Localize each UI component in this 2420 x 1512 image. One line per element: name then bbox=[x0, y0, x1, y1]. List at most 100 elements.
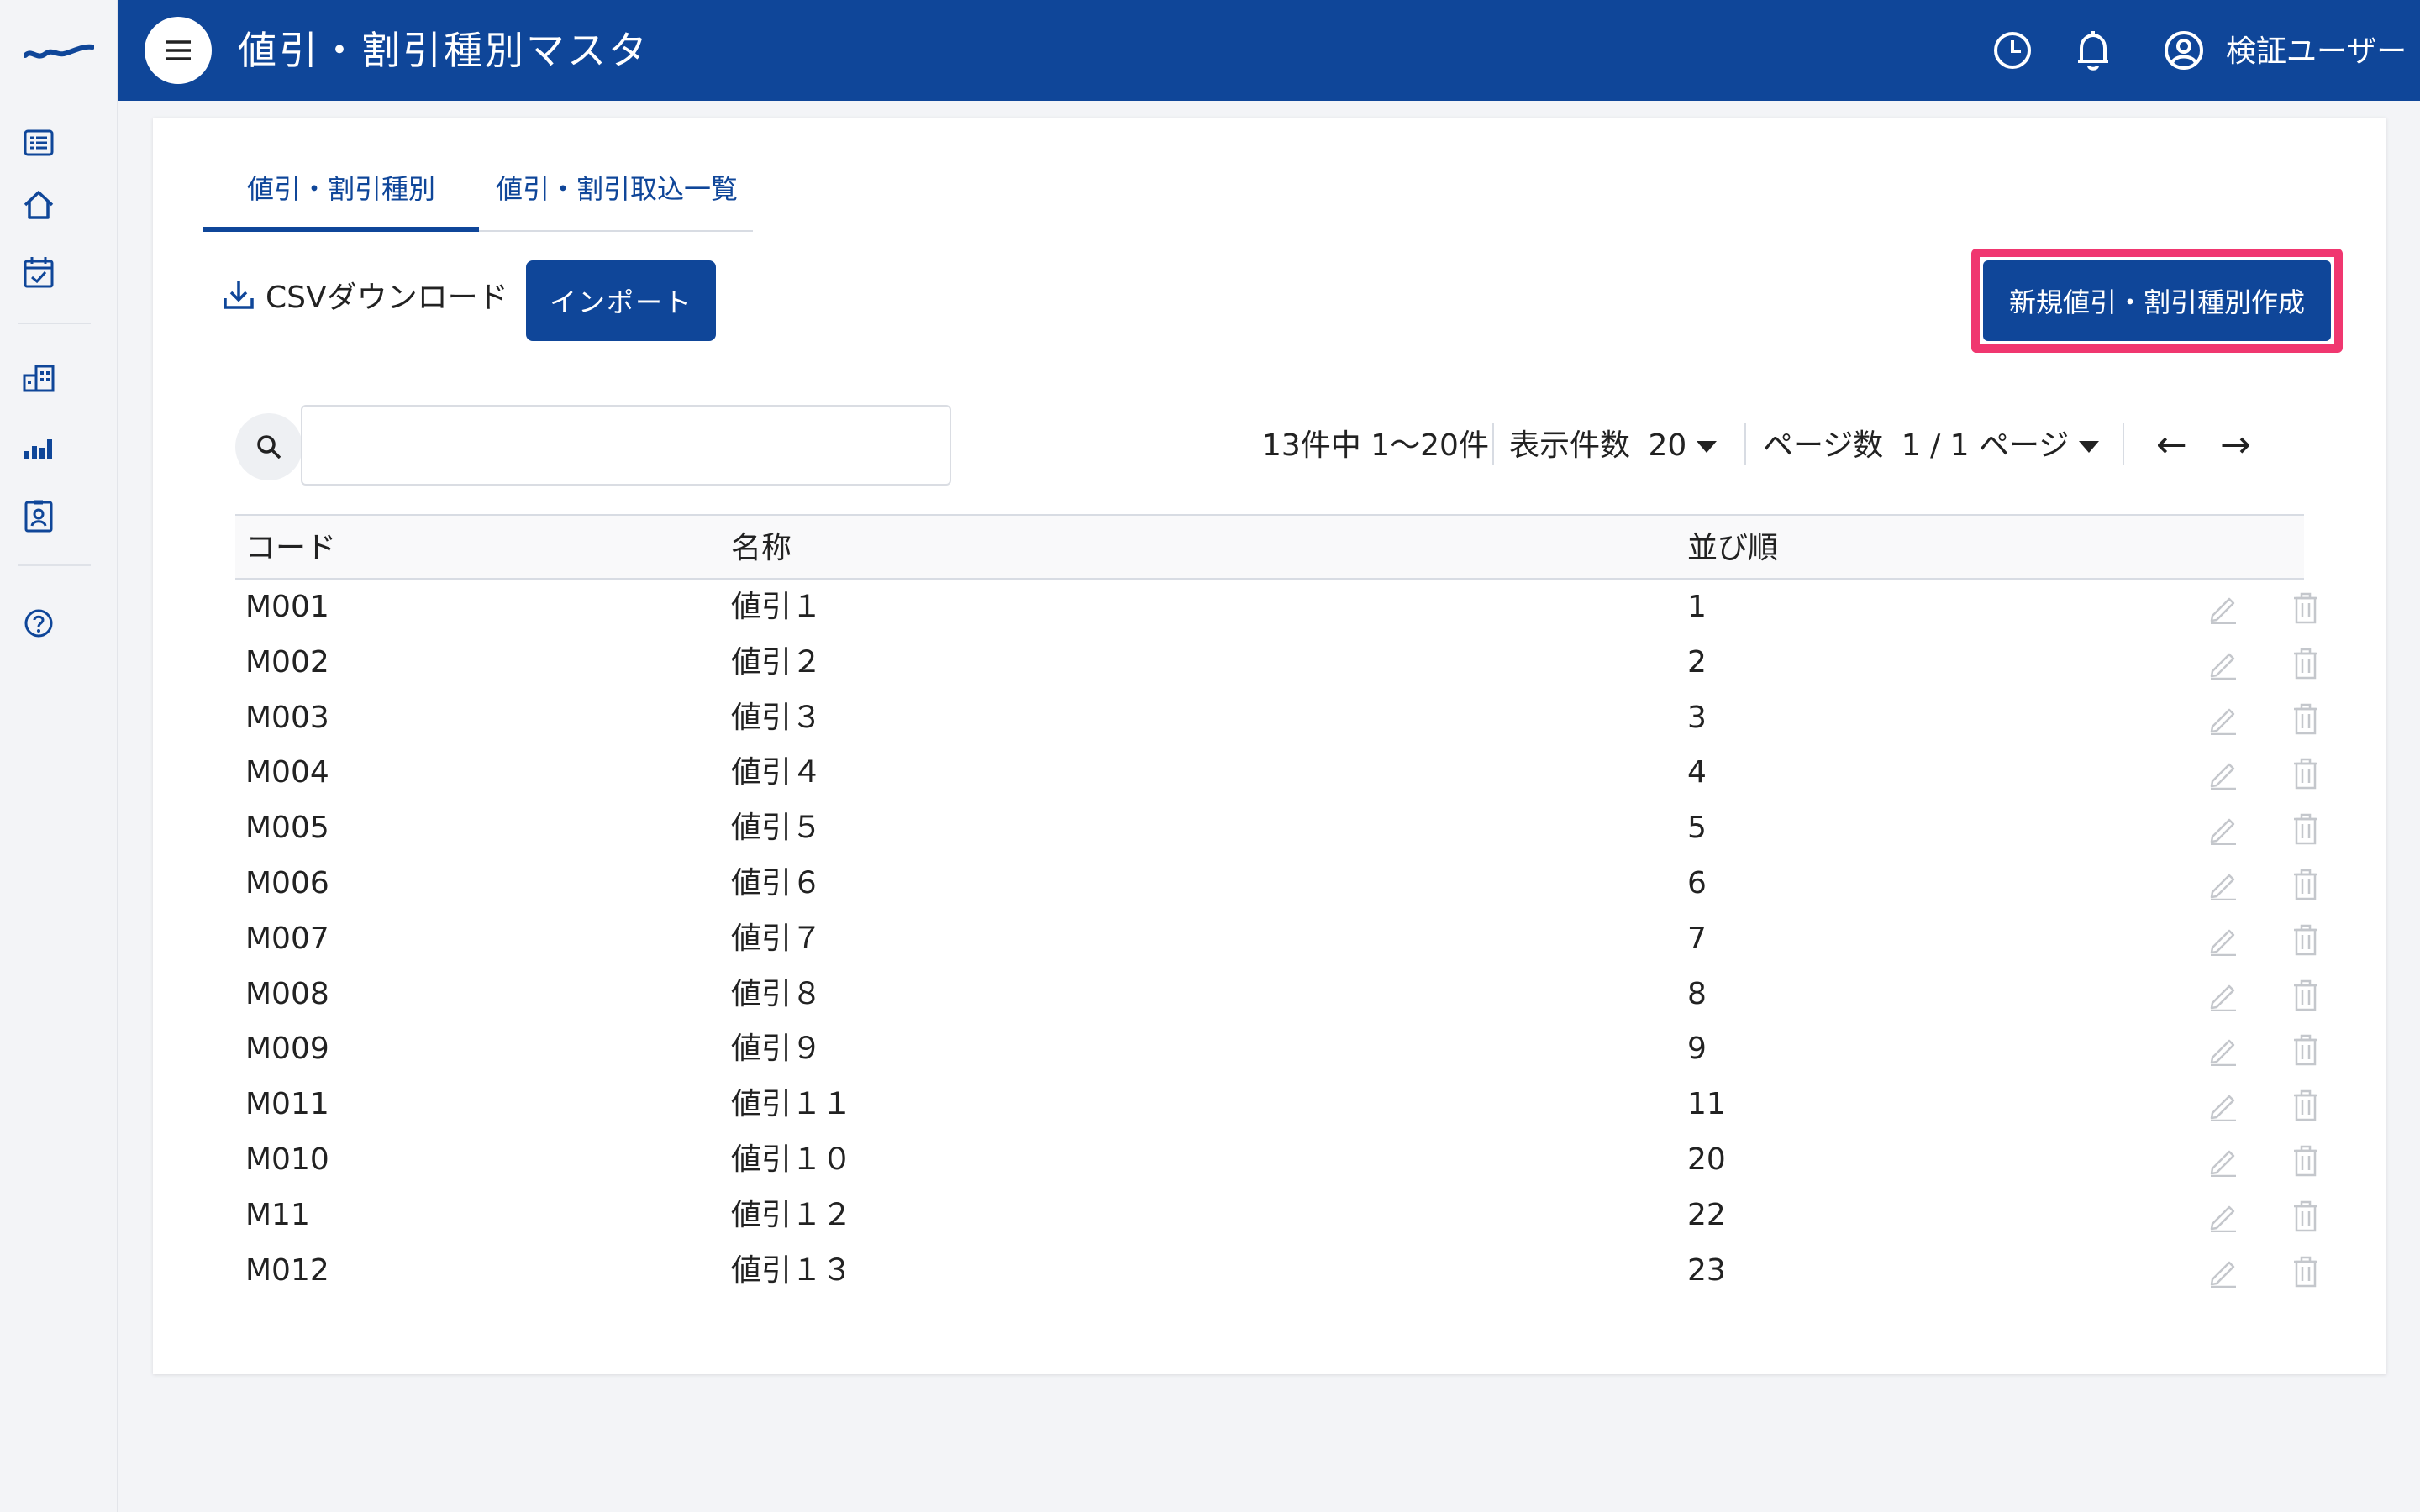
table-header: コード 名称 並び順 bbox=[235, 514, 2304, 580]
cell-name: 値引８ bbox=[731, 976, 823, 1011]
edit-button[interactable] bbox=[2207, 1089, 2240, 1122]
delete-button[interactable] bbox=[2289, 1144, 2323, 1178]
cell-order: 4 bbox=[1687, 755, 1707, 790]
delete-button[interactable] bbox=[2289, 702, 2323, 736]
table-row[interactable]: M012 値引１３ 23 bbox=[235, 1243, 2317, 1299]
edit-icon bbox=[2210, 929, 2236, 956]
user-menu-button[interactable] bbox=[2160, 27, 2207, 74]
delete-button[interactable] bbox=[2289, 757, 2323, 790]
edit-button[interactable] bbox=[2207, 702, 2240, 736]
edit-icon bbox=[2210, 1095, 2236, 1122]
edit-button[interactable] bbox=[2207, 1255, 2240, 1289]
new-discount-type-button[interactable]: 新規値引・割引種別作成 bbox=[1983, 260, 2331, 341]
table-row[interactable]: M11 値引１２ 22 bbox=[235, 1188, 2317, 1243]
hamburger-icon bbox=[166, 40, 191, 60]
cell-order: 7 bbox=[1687, 921, 1707, 956]
tab-discount-imports[interactable]: 値引・割引取込一覧 bbox=[479, 161, 753, 232]
menu-button[interactable] bbox=[145, 17, 212, 84]
tab-discount-types[interactable]: 値引・割引種別 bbox=[203, 161, 480, 232]
cell-code: M011 bbox=[245, 1087, 329, 1122]
nav-chart-icon[interactable] bbox=[20, 430, 57, 467]
cell-order: 9 bbox=[1687, 1032, 1707, 1067]
edit-button[interactable] bbox=[2207, 1033, 2240, 1067]
nav-list-icon[interactable] bbox=[20, 124, 57, 161]
cell-code: M009 bbox=[245, 1032, 329, 1067]
bar-chart-icon bbox=[24, 439, 52, 459]
page-size-select[interactable]: 表示件数 20 bbox=[1509, 423, 1718, 469]
delete-button[interactable] bbox=[2289, 1033, 2323, 1067]
cell-name: 値引９ bbox=[731, 1032, 823, 1067]
cell-code: M006 bbox=[245, 865, 329, 900]
delete-button[interactable] bbox=[2289, 812, 2323, 846]
table-row[interactable]: M008 値引８ 8 bbox=[235, 967, 2317, 1022]
edit-button[interactable] bbox=[2207, 647, 2240, 680]
cell-order: 6 bbox=[1687, 865, 1707, 900]
new-button-highlight: 新規値引・割引種別作成 bbox=[1971, 249, 2343, 353]
delete-button[interactable] bbox=[2289, 923, 2323, 957]
delete-button[interactable] bbox=[2289, 1089, 2323, 1122]
table-row[interactable]: M001 値引１ 1 bbox=[235, 580, 2317, 635]
table-row[interactable]: M005 値引５ 5 bbox=[235, 801, 2317, 856]
discount-table: コード 名称 並び順 M001 値引１ 1 M002 値引２ 2 M003 値引３ 3 M004 値… bbox=[235, 514, 2317, 1299]
csv-download-label: CSVダウンロード bbox=[266, 281, 508, 315]
nav-help-icon[interactable] bbox=[20, 605, 57, 642]
page-select[interactable]: ページ数 1 / 1 ページ bbox=[1763, 423, 2100, 469]
nav-home-icon[interactable] bbox=[20, 186, 57, 223]
cell-name: 値引４ bbox=[731, 755, 823, 790]
table-row[interactable]: M003 値引３ 3 bbox=[235, 690, 2317, 746]
edit-button[interactable] bbox=[2207, 1200, 2240, 1233]
cell-code: M003 bbox=[245, 700, 329, 735]
csv-download-link[interactable]: CSVダウンロード bbox=[222, 272, 508, 318]
edit-button[interactable] bbox=[2207, 591, 2240, 625]
edit-icon bbox=[2210, 818, 2236, 846]
delete-button[interactable] bbox=[2289, 591, 2323, 625]
cell-name: 値引１３ bbox=[731, 1252, 853, 1288]
download-icon bbox=[224, 281, 254, 309]
trash-icon bbox=[2294, 869, 2317, 900]
edit-button[interactable] bbox=[2207, 868, 2240, 901]
calendar-check-icon bbox=[24, 257, 54, 288]
cell-code: M008 bbox=[245, 976, 329, 1011]
side-rail bbox=[0, 0, 118, 1512]
trash-icon bbox=[2294, 703, 2317, 734]
delete-button[interactable] bbox=[2289, 1255, 2323, 1289]
table-row[interactable]: M009 値引９ 9 bbox=[235, 1021, 2317, 1077]
cell-order: 3 bbox=[1687, 700, 1707, 735]
edit-button[interactable] bbox=[2207, 923, 2240, 957]
delete-button[interactable] bbox=[2289, 1200, 2323, 1233]
cell-name: 値引５ bbox=[731, 811, 823, 846]
table-row[interactable]: M006 値引６ 6 bbox=[235, 856, 2317, 911]
next-page-button[interactable]: → bbox=[2220, 422, 2251, 469]
prev-page-button[interactable]: ← bbox=[2156, 422, 2187, 469]
edit-button[interactable] bbox=[2207, 1144, 2240, 1178]
user-name[interactable]: 検証ユーザー bbox=[2226, 32, 2407, 72]
cell-name: 値引３ bbox=[731, 700, 823, 735]
cell-order: 22 bbox=[1687, 1197, 1726, 1232]
table-row[interactable]: M007 値引７ 7 bbox=[235, 911, 2317, 967]
tab-bar: 値引・割引種別 値引・割引取込一覧 bbox=[203, 161, 754, 232]
table-row[interactable]: M004 値引４ 4 bbox=[235, 745, 2317, 801]
search-button[interactable] bbox=[235, 413, 302, 480]
edit-button[interactable] bbox=[2207, 757, 2240, 790]
edit-button[interactable] bbox=[2207, 812, 2240, 846]
nav-calendar-icon[interactable] bbox=[20, 254, 57, 291]
table-row[interactable]: M011 値引１１ 11 bbox=[235, 1077, 2317, 1132]
nav-badge-icon[interactable] bbox=[20, 497, 57, 534]
cell-order: 2 bbox=[1687, 644, 1707, 680]
delete-button[interactable] bbox=[2289, 647, 2323, 680]
search-input[interactable] bbox=[301, 405, 951, 486]
edit-button[interactable] bbox=[2207, 979, 2240, 1012]
nav-building-icon[interactable] bbox=[20, 360, 57, 396]
notifications-button[interactable] bbox=[2070, 27, 2117, 74]
history-button[interactable] bbox=[1989, 27, 2036, 74]
delete-button[interactable] bbox=[2289, 979, 2323, 1012]
table-row[interactable]: M010 値引１０ 20 bbox=[235, 1132, 2317, 1188]
import-button[interactable]: インポート bbox=[526, 260, 716, 341]
delete-button[interactable] bbox=[2289, 868, 2323, 901]
help-icon bbox=[24, 609, 53, 638]
cell-name: 値引１ bbox=[731, 590, 823, 624]
trash-icon bbox=[2294, 592, 2317, 624]
table-row[interactable]: M002 値引２ 2 bbox=[235, 635, 2317, 690]
cell-code: M005 bbox=[245, 811, 329, 846]
cell-name: 値引１１ bbox=[731, 1087, 853, 1122]
